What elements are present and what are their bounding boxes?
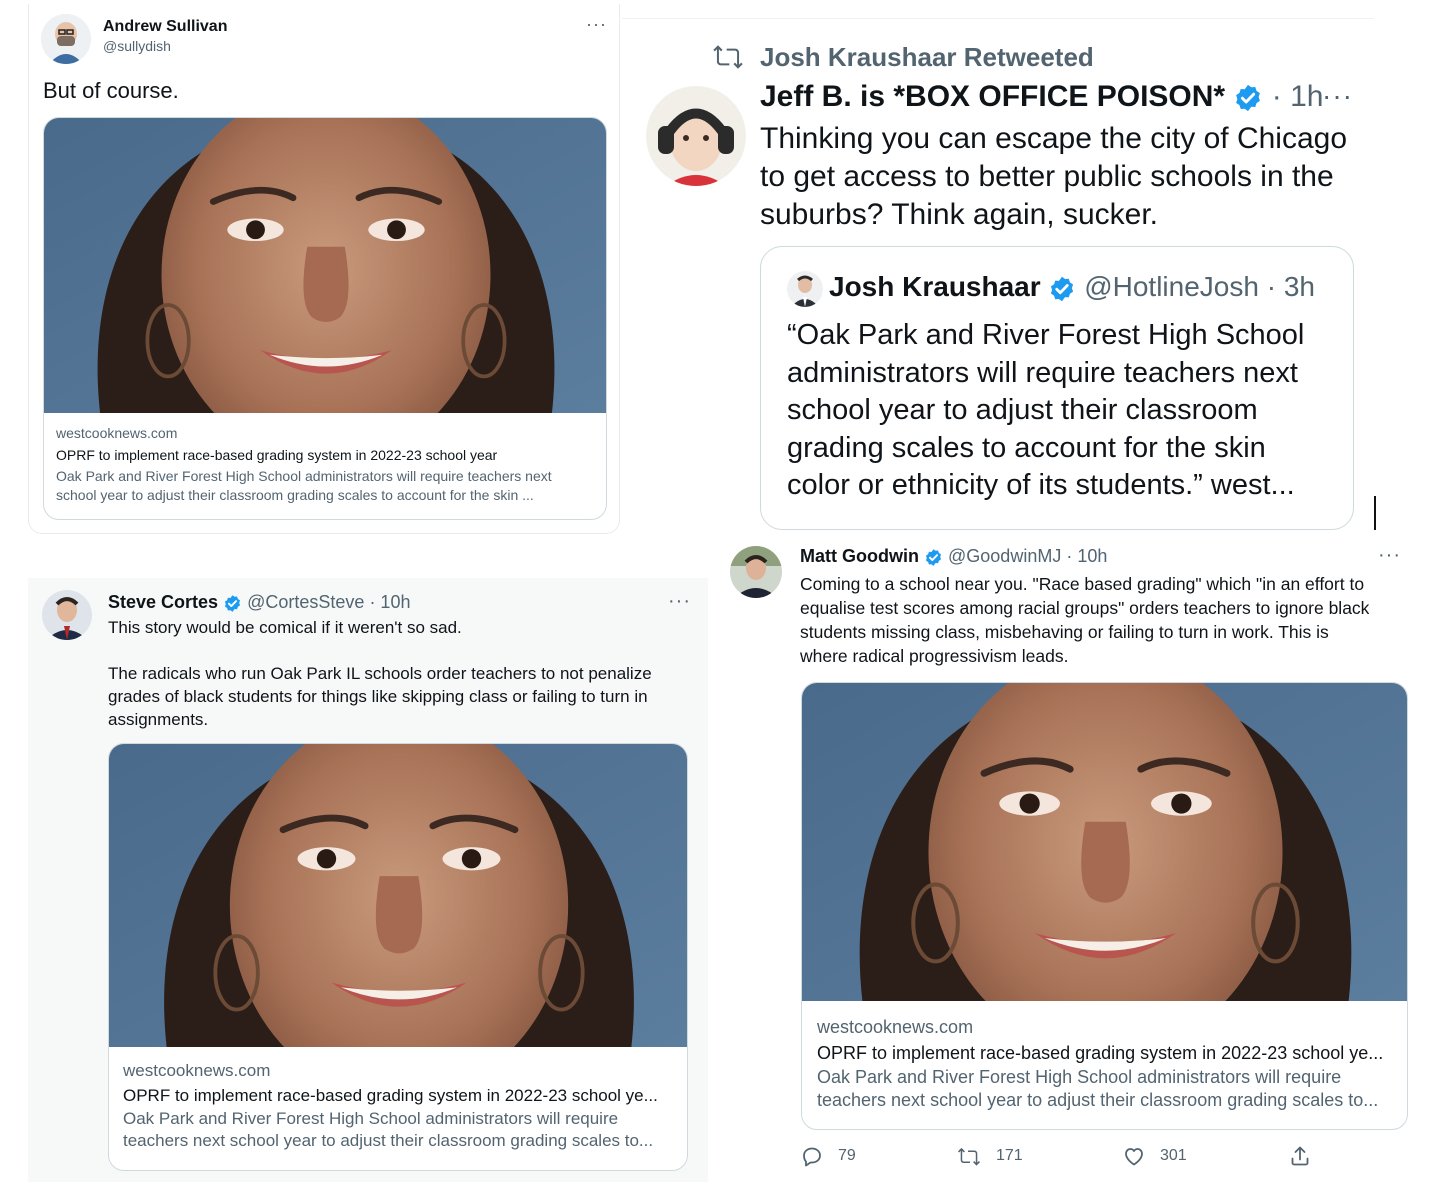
card-title: OPRF to implement race-based grading sys… (817, 1043, 1384, 1063)
timestamp[interactable]: · 10h (1066, 546, 1107, 566)
tweet-text: Thinking you can escape the city of Chic… (760, 120, 1347, 234)
quoted-header: Josh Kraushaar @HotlineJosh · 3h (829, 271, 1315, 303)
tweet-text-line: Thinking you can escape the city of Chic… (760, 122, 1348, 155)
share-button[interactable] (1288, 1144, 1312, 1173)
quoted-text-line: school year to adjust their classroom (787, 394, 1258, 426)
card-desc-2: teachers next school year to adjust thei… (123, 1131, 654, 1150)
tweet-sullivan[interactable]: Andrew Sullivan @sullydish ··· But of co… (28, 4, 620, 534)
tweet-text-line: students missing class, misbehaving or f… (800, 622, 1329, 642)
card-title: OPRF to implement race-based grading sys… (123, 1086, 658, 1105)
text-cursor (1374, 496, 1376, 530)
verified-icon (925, 547, 942, 567)
quoted-author-name[interactable]: Josh Kraushaar (829, 271, 1041, 302)
link-card[interactable]: westcooknews.com OPRF to implement race-… (801, 682, 1408, 1130)
avatar[interactable] (42, 590, 92, 640)
divider (622, 18, 1374, 19)
more-icon[interactable]: ··· (1378, 544, 1401, 567)
author-name[interactable]: Andrew Sullivan (103, 18, 227, 36)
card-photo (802, 683, 1407, 1001)
reply-icon (803, 1147, 821, 1167)
card-desc-1: Oak Park and River Forest High School ad… (56, 468, 552, 484)
card-desc-2: school year to adjust their classroom gr… (56, 487, 534, 503)
quoted-author-handle[interactable]: @HotlineJosh (1084, 271, 1259, 302)
card-desc-1: Oak Park and River Forest High School ad… (817, 1067, 1342, 1087)
quoted-text-line: “Oak Park and River Forest High School (787, 319, 1305, 351)
card-photo (44, 118, 606, 413)
card-title: OPRF to implement race-based grading sys… (56, 447, 498, 463)
like-icon (1125, 1148, 1143, 1166)
card-domain: westcooknews.com (123, 1061, 271, 1080)
tweet-cortes[interactable]: Steve Cortes @CortesSteve · 10h ··· This… (28, 578, 708, 1182)
author-name[interactable]: Steve Cortes (108, 592, 218, 612)
tweet-text-line: grades of black students for things like… (108, 687, 648, 706)
avatar[interactable] (787, 271, 823, 307)
tweet-text-line: equalise test scores among racial groups… (800, 598, 1370, 618)
like-count: 301 (1160, 1147, 1187, 1164)
tweet-text: Coming to a school near you. "Race based… (800, 572, 1369, 668)
retweet-button[interactable]: 171 (956, 1144, 1023, 1168)
quoted-text-line: color or ethnicity of its students.” wes… (787, 469, 1295, 501)
tweet-text-line: suburbs? Think again, sucker. (760, 198, 1159, 231)
author-name[interactable]: Matt Goodwin (800, 546, 919, 566)
tweet-jeff[interactable]: Josh Kraushaar Retweeted Jeff B. is *BOX… (622, 0, 1376, 532)
tweet-goodwin[interactable]: Matt Goodwin @GoodwinMJ · 10h ··· Coming… (720, 536, 1420, 1182)
author-name[interactable]: Jeff B. is *BOX OFFICE POISON* · 1h (760, 80, 1323, 114)
card-domain: westcooknews.com (56, 425, 178, 441)
action-bar: 79 171 301 (800, 1144, 1320, 1172)
reply-button[interactable]: 79 (800, 1144, 856, 1168)
timestamp[interactable]: · 1h (1272, 80, 1324, 113)
tweet-text-line: assignments. (108, 710, 209, 729)
link-card[interactable]: westcooknews.com OPRF to implement race-… (108, 743, 688, 1171)
more-icon[interactable]: ··· (668, 590, 691, 613)
tweet-text-line: where radical progressivism leads. (800, 646, 1069, 666)
more-icon[interactable]: ··· (586, 14, 607, 35)
retweet-icon (958, 1147, 980, 1166)
reply-count: 79 (838, 1147, 856, 1164)
author-handle[interactable]: @sullydish (103, 38, 171, 54)
share-icon (1291, 1146, 1309, 1166)
timestamp[interactable]: · 3h (1267, 271, 1315, 302)
verified-icon (1049, 274, 1075, 303)
card-desc-2: teachers next school year to adjust thei… (817, 1090, 1379, 1110)
avatar[interactable] (41, 14, 91, 64)
retweet-count: 171 (996, 1147, 1023, 1164)
retweet-icon (713, 45, 743, 69)
card-desc-1: Oak Park and River Forest High School ad… (123, 1109, 619, 1128)
avatar[interactable] (730, 546, 782, 598)
card-domain: westcooknews.com (817, 1017, 974, 1037)
verified-icon (224, 593, 242, 613)
quoted-text-line: administrators will require teachers nex… (787, 356, 1298, 389)
tweet-text-line: to get access to better public schools i… (760, 160, 1334, 193)
tweet-header: Steve Cortes @CortesSteve · 10h (108, 592, 410, 613)
quoted-text-line: grading scales to account for the skin (787, 431, 1266, 464)
avatar[interactable] (646, 86, 746, 186)
verified-icon (1235, 83, 1262, 113)
timestamp[interactable]: · 10h (369, 592, 410, 612)
tweet-text: But of course. (43, 78, 179, 103)
tweet-text-line: The radicals who run Oak Park IL schools… (108, 664, 652, 683)
like-button[interactable]: 301 (1122, 1144, 1187, 1168)
link-card[interactable]: westcooknews.com OPRF to implement race-… (43, 117, 607, 520)
tweet-text-line: Coming to a school near you. "Race based… (800, 574, 1365, 594)
quoted-tweet[interactable]: Josh Kraushaar @HotlineJosh · 3h “Oak Pa… (760, 246, 1354, 530)
author-handle[interactable]: @CortesSteve (247, 592, 364, 612)
tweet-text: This story would be comical if it weren'… (108, 616, 652, 731)
quoted-text: “Oak Park and River Forest High School a… (787, 317, 1304, 505)
tweet-text-line: This story would be comical if it weren'… (108, 618, 462, 637)
more-icon[interactable]: ··· (1322, 80, 1353, 112)
author-name-text[interactable]: Jeff B. is *BOX OFFICE POISON* (760, 80, 1225, 113)
retweeted-label[interactable]: Josh Kraushaar Retweeted (760, 42, 1094, 73)
card-photo (109, 744, 687, 1047)
tweet-header: Matt Goodwin @GoodwinMJ · 10h (800, 546, 1107, 567)
author-handle[interactable]: @GoodwinMJ (948, 546, 1061, 566)
